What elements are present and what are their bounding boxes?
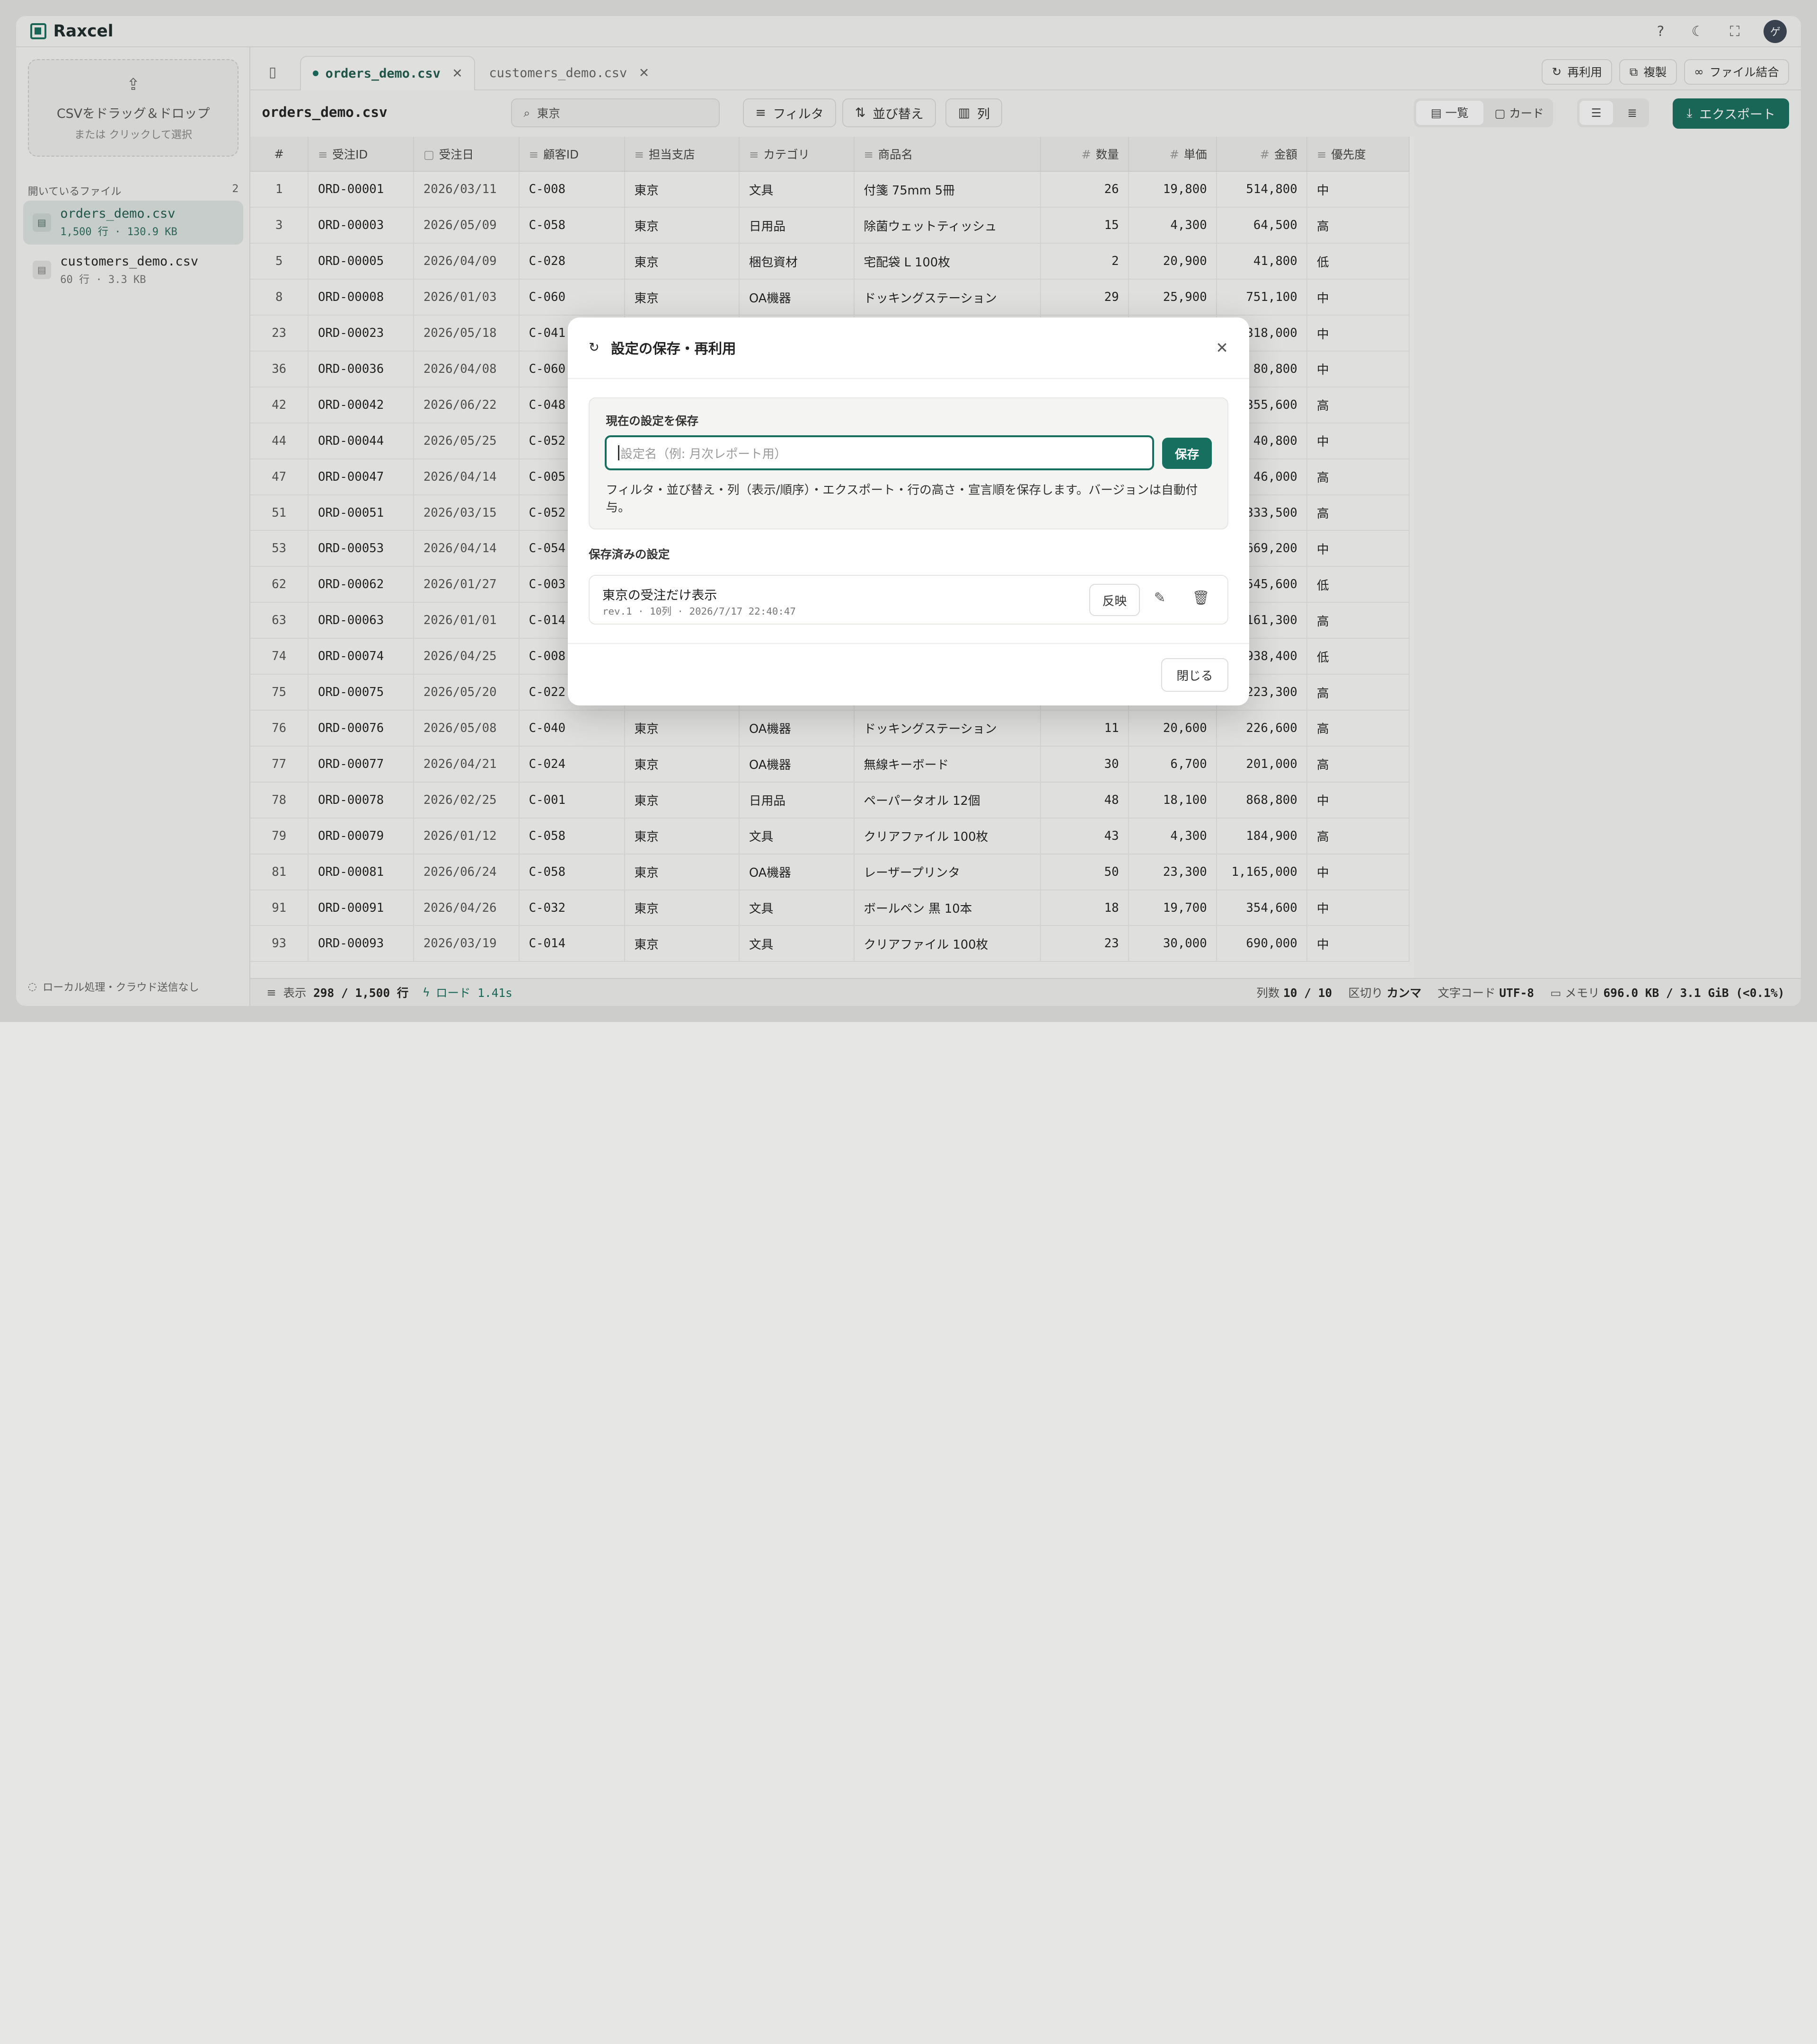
reuse-icon: ↻ bbox=[589, 340, 600, 355]
save-settings-dialog: ↻ 設定の保存・再利用 ✕ 現在の設定を保存 設定名（例: 月次レポート用） 保… bbox=[568, 317, 1249, 706]
dialog-title: 設定の保存・再利用 bbox=[611, 340, 736, 357]
dialog-footer: 閉じる bbox=[568, 643, 1249, 705]
apply-button[interactable]: 反映 bbox=[1089, 583, 1140, 617]
save-current-panel: 現在の設定を保存 設定名（例: 月次レポート用） 保存 フィルタ・並び替え・列（… bbox=[589, 397, 1228, 530]
saved-setting-name: 東京の受注だけ表示 bbox=[602, 588, 717, 603]
save-help-text: フィルタ・並び替え・列（表示/順序）・エクスポート・行の高さ・宣言順を保存します… bbox=[606, 483, 1198, 515]
text-caret bbox=[618, 445, 619, 460]
trash-icon[interactable]: 🗑 bbox=[1192, 590, 1210, 606]
close-button[interactable]: 閉じる bbox=[1161, 658, 1228, 692]
modal-overlay[interactable]: ↻ 設定の保存・再利用 ✕ 現在の設定を保存 設定名（例: 月次レポート用） 保… bbox=[0, 0, 1817, 1022]
setting-name-placeholder: 設定名（例: 月次レポート用） bbox=[620, 447, 787, 461]
edit-icon[interactable]: ✎ bbox=[1154, 590, 1166, 606]
setting-name-input[interactable]: 設定名（例: 月次レポート用） bbox=[604, 435, 1154, 470]
save-section-label: 現在の設定を保存 bbox=[606, 414, 699, 428]
close-icon[interactable]: ✕ bbox=[1216, 339, 1228, 357]
saved-settings-label: 保存済みの設定 bbox=[589, 547, 670, 562]
saved-setting-meta: rev.1 · 10列 · 2026/7/17 22:40:47 bbox=[602, 606, 796, 617]
save-button[interactable]: 保存 bbox=[1162, 438, 1212, 469]
dialog-header: ↻ 設定の保存・再利用 ✕ bbox=[568, 317, 1249, 379]
saved-setting-item: 東京の受注だけ表示 rev.1 · 10列 · 2026/7/17 22:40:… bbox=[589, 574, 1228, 625]
